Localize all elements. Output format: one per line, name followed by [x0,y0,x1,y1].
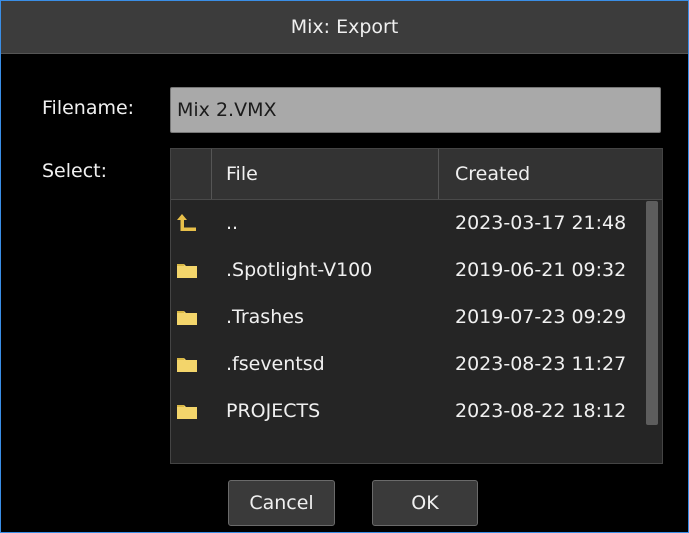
folder-icon [176,260,198,280]
file-name: .Trashes [226,306,304,328]
table-row[interactable]: PROJECTS 2023-08-22 18:12 [171,388,641,435]
select-label: Select: [42,160,108,182]
file-created: 2019-06-21 09:32 [455,259,627,281]
table-row[interactable]: .fseventsd 2023-08-23 11:27 [171,341,641,388]
table-row-parent[interactable]: .. 2023-03-17 21:48 [171,200,641,247]
ok-button[interactable]: OK [372,480,478,526]
file-name: .Spotlight-V100 [226,259,373,281]
header-divider [211,149,212,199]
export-dialog: Mix: Export Filename: Select: File Creat… [0,0,689,533]
file-created: 2023-08-23 11:27 [455,353,627,375]
folder-icon [176,307,198,327]
table-header: File Created [171,149,662,200]
filename-input[interactable] [170,87,661,133]
column-header-created[interactable]: Created [455,149,530,199]
dialog-title-bar: Mix: Export [1,1,688,54]
file-created: 2019-07-23 09:29 [455,306,627,328]
parent-folder-icon [176,213,198,233]
file-name: PROJECTS [226,400,321,422]
file-created: 2023-08-22 18:12 [455,400,627,422]
column-header-file[interactable]: File [226,149,258,199]
folder-icon [176,354,198,374]
dialog-title: Mix: Export [290,16,399,38]
table-row[interactable]: .Spotlight-V100 2019-06-21 09:32 [171,247,641,294]
table-row[interactable]: .Trashes 2019-07-23 09:29 [171,294,641,341]
folder-icon [176,401,198,421]
file-created: 2023-03-17 21:48 [455,212,627,234]
scrollbar-thumb[interactable] [646,201,658,425]
file-table[interactable]: File Created .. 2023-03-17 21:48 .Spotli… [170,148,663,464]
file-name: .fseventsd [226,353,325,375]
header-divider [438,149,439,199]
file-list: .. 2023-03-17 21:48 .Spotlight-V100 2019… [171,200,641,435]
filename-label: Filename: [42,97,135,119]
cancel-button[interactable]: Cancel [228,480,335,526]
file-name: .. [226,212,239,234]
